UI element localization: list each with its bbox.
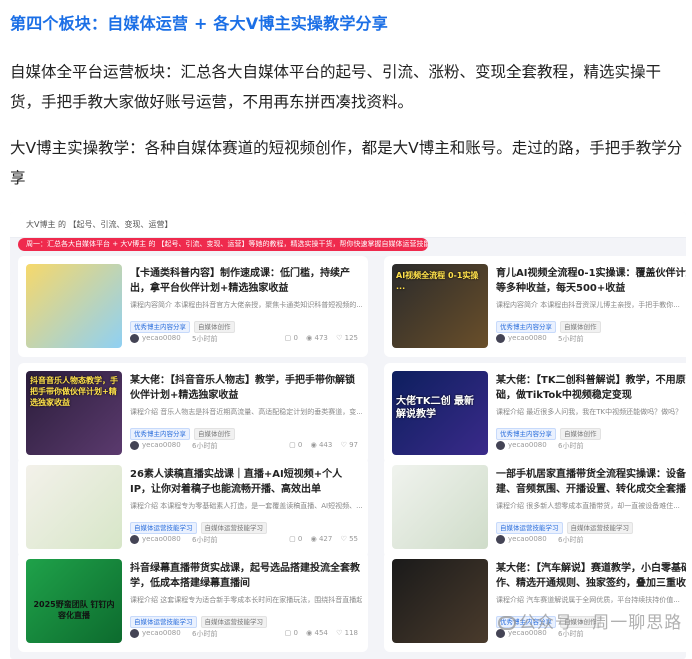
stats: ▢ 0 ◉ 473 ♡ 125 [279,334,358,342]
stats: ▢ 0 ◉ 454 ♡ 118 [279,629,358,637]
stats: ▢ 0 ◉ 427 ♡ 55 [283,535,358,543]
avatar [496,441,505,450]
tag-link[interactable]: 自媒体运营技能学习 [130,616,197,628]
course-desc: 课程内容简介 本课程由抖音资深儿博主亲授，手把手教你... [496,301,680,309]
course-title[interactable]: 某大佬：【抖音音乐人物志】教学，手把手带你解锁伙伴计划+精选独家收益 [130,373,362,403]
screenshot-topbar: 大V博主 的 【起号、引流、变现、运营】 [10,212,686,238]
course-desc: 课程介绍 本课程专为零基础素人打造，是一套覆盖读稿直播、AI短视频、... [130,502,362,510]
section-heading: 第四个板块：自媒体运营 + 各大V博主实操教学分享 [10,14,388,33]
view-count: ◉ 473 [306,334,328,342]
avatar [130,629,139,638]
course-card[interactable]: 一部手机居家直播带货全流程实操课：设备调试、搭建、音频氛围、开播设置、转化成交全… [384,457,686,558]
course-desc: 课程介绍 最近很多人问我，我在TK中视频还能做吗？做吗？ [496,408,683,416]
tag-link[interactable]: 优秀博主内容分享 [496,321,556,333]
tag-link[interactable]: 自媒体创作 [560,428,601,440]
like-count: ♡ 125 [336,334,358,342]
comment-count: ▢ 0 [284,334,298,342]
post-time: 5小时前 [558,335,584,343]
author-name[interactable]: yecao0080 [142,441,181,449]
paragraph-platform-operation: 自媒体全平台运营板块：汇总各大自媒体平台的起号、引流、涨粉、变现全套教程，精选实… [10,63,662,111]
watermark: 公众号 · 周一聊思路 [498,608,682,633]
like-count: ♡ 55 [340,535,358,543]
tag-link[interactable]: 自媒体运营技能学习 [566,522,633,534]
tag-link[interactable]: 自媒体运营技能学习 [200,522,267,534]
course-desc: 课程介绍 这套课程专为适合新手零成本长时间在家播玩法，围绕抖音直播起号场景... [130,596,362,604]
post-time: 6小时前 [192,630,218,638]
author-name[interactable]: yecao0080 [142,629,181,637]
avatar [130,334,139,343]
course-thumbnail: 抖音音乐人物态教学，手把手带你做伙伴计划+精选独家收益 [26,371,122,455]
tag-link[interactable]: 优秀博主内容分享 [496,428,556,440]
like-count: ♡ 97 [340,441,358,449]
view-count: ◉ 443 [310,441,333,449]
post-time: 6小时前 [558,536,584,544]
view-count: ◉ 427 [310,535,333,543]
course-thumbnail [26,264,122,348]
post-time: 6小时前 [192,536,218,544]
course-desc: 课程介绍 很多新人想零成本直播带货，却一直被设备难住... [496,502,680,510]
course-thumbnail [26,465,122,549]
author-name[interactable]: yecao0080 [508,441,547,449]
tag-link[interactable]: 自媒体创作 [194,321,235,333]
paragraph-blogger-teaching: 大V博主实操教学：各种自媒体赛道的短视频创作，都是大V博主和账号。走过的路，手把… [10,139,683,187]
author-name[interactable]: yecao0080 [508,535,547,543]
course-desc: 课程介绍 音乐人物志是抖音近期高流量、高适配稳定计划的垂类赛道，变... [130,408,362,416]
post-time: 5小时前 [192,335,218,343]
author-name[interactable]: yecao0080 [508,334,547,342]
embedded-course-screenshot: 大V博主 的 【起号、引流、变现、运营】 周一：汇总各大自媒体平台 + 大V博主… [10,212,686,659]
course-thumbnail: AI视频全流程 0-1实操 ... [392,264,488,348]
author-name[interactable]: yecao0080 [142,535,181,543]
course-title[interactable]: 26素人读稿直播实战课｜直播+AI短视频+个人IP，让你对着稿子也能流畅开播、高… [130,467,362,497]
tag-link[interactable]: 自媒体创作 [194,428,235,440]
course-title[interactable]: 某大佬：【TK二创科普解说】教学，不用原创拍摄基础，做TikTok中视频稳定变现 [496,373,686,403]
post-time: 6小时前 [192,442,218,450]
course-card[interactable]: 2025野蛮团队 钉钉内容化直播 抖音绿幕直播带货实战课，起号选品搭建投流全套教… [18,551,368,652]
avatar [130,535,139,544]
comment-count: ▢ 0 [284,629,298,637]
course-desc: 课程内容简介 本课程由抖音官方大佬亲授，聚焦卡通类知识科普短视频的... [130,301,362,309]
stats: ▢ 0 ◉ 443 ♡ 97 [283,441,358,449]
course-card[interactable]: 某大佬：【汽车解说】赛道教学，小白零基础可操作、精选开通规则、独家签约，叠加三重… [384,551,686,652]
course-thumbnail: 2025野蛮团队 钉钉内容化直播 [26,559,122,643]
course-desc: 课程介绍 汽车赛道解说属于全网优质，平台持续扶持价值... [496,596,680,604]
tag-link[interactable]: 优秀博主内容分享 [130,428,190,440]
course-thumbnail [392,559,488,643]
promo-banner: 周一：汇总各大自媒体平台 + 大V博主 的 【起号、引流、变现、运营】等她的教程… [18,238,428,251]
author-name[interactable]: yecao0080 [142,334,181,342]
avatar [496,535,505,544]
tag-link[interactable]: 自媒体运营技能学习 [200,616,267,628]
post-time: 6小时前 [558,442,584,450]
breadcrumb: 大V博主 的 【起号、引流、变现、运营】 [26,220,173,229]
course-card[interactable]: 26素人读稿直播实战课｜直播+AI短视频+个人IP，让你对着稿子也能流畅开播、高… [18,457,368,558]
tag-link[interactable]: 自媒体运营技能学习 [496,522,563,534]
course-card[interactable]: AI视频全流程 0-1实操 ... 育儿AI视频全流程0-1实操课：覆盖伙伴计划… [384,256,686,357]
course-thumbnail: 大佬TK二创 最新解说教学 [392,371,488,455]
avatar [130,441,139,450]
course-card[interactable]: 【卡通类科普内容】制作速成课：低门槛，持续产出，拿平台伙伴计划+精选独家收益 课… [18,256,368,357]
comment-count: ▢ 0 [289,535,303,543]
avatar [496,334,505,343]
view-count: ◉ 454 [306,629,328,637]
course-title[interactable]: 一部手机居家直播带货全流程实操课：设备调试、搭建、音频氛围、开播设置、转化成交全… [496,467,686,497]
course-title[interactable]: 抖音绿幕直播带货实战课，起号选品搭建投流全套教学，低成本搭建绿幕直播间 [130,561,362,591]
like-count: ♡ 118 [336,629,358,637]
tag-link[interactable]: 优秀博主内容分享 [130,321,190,333]
course-title[interactable]: 某大佬：【汽车解说】赛道教学，小白零基础可操作、精选开通规则、独家签约，叠加三重… [496,561,686,591]
course-title[interactable]: 育儿AI视频全流程0-1实操课：覆盖伙伴计划+分销等多种收益，每天500+收益 [496,266,686,296]
course-thumbnail [392,465,488,549]
tag-link[interactable]: 自媒体运营技能学习 [130,522,197,534]
course-card[interactable]: 抖音音乐人物态教学，手把手带你做伙伴计划+精选独家收益 某大佬：【抖音音乐人物志… [18,363,368,464]
course-title[interactable]: 【卡通类科普内容】制作速成课：低门槛，持续产出，拿平台伙伴计划+精选独家收益 [130,266,362,296]
tag-link[interactable]: 自媒体创作 [560,321,601,333]
course-card[interactable]: 大佬TK二创 最新解说教学 某大佬：【TK二创科普解说】教学，不用原创拍摄基础，… [384,363,686,464]
wechat-icon [498,616,516,630]
comment-count: ▢ 0 [289,441,303,449]
